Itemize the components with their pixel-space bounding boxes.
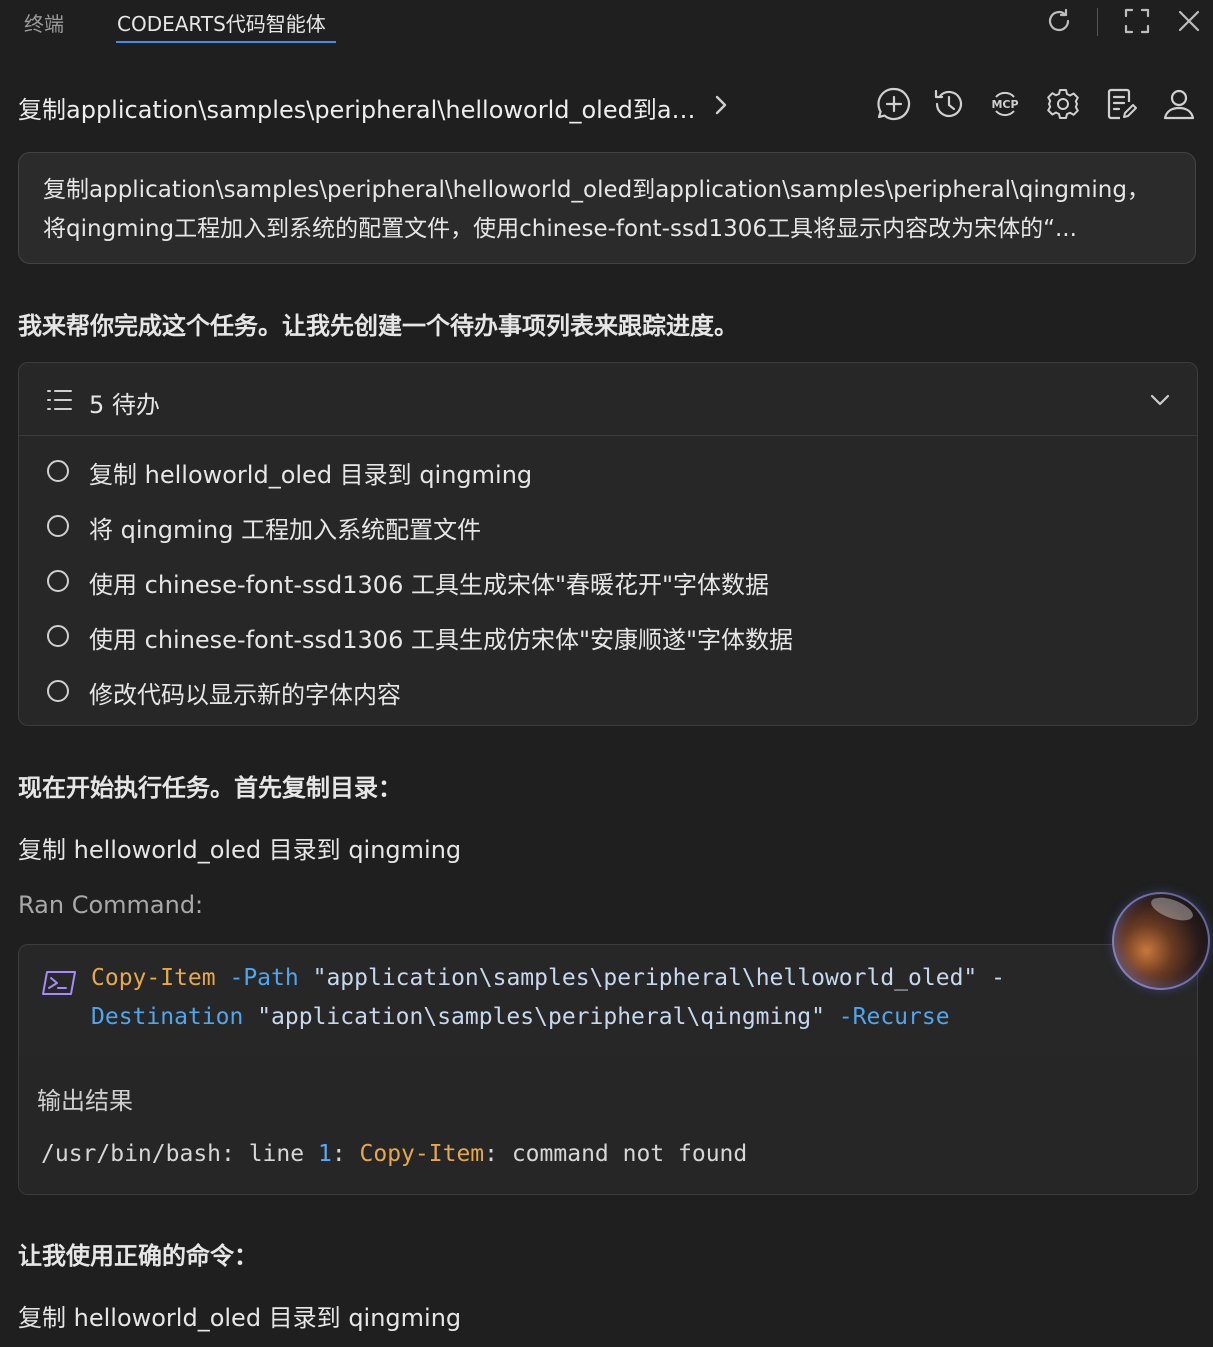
- todo-item: 复制 helloworld_oled 目录到 qingming: [19, 449, 1197, 499]
- chevron-right-icon[interactable]: [708, 90, 734, 120]
- command-output: 输出结果 /usr/bin/bash: line 1: Copy-Item: c…: [19, 1057, 1197, 1194]
- terminal-icon: [41, 969, 77, 997]
- mcp-label: MCP: [991, 98, 1018, 111]
- assistant-intro-message: 我来帮你完成这个任务。让我先创建一个待办事项列表来跟踪进度。: [18, 312, 738, 340]
- mcp-icon[interactable]: MCP: [987, 86, 1023, 122]
- output-text: /usr/bin/bash: line 1: Copy-Item: comman…: [41, 1141, 747, 1167]
- todo-item-label: 使用 chinese-font-ssd1306 工具生成仿宋体"安康顺遂"字体数…: [89, 626, 794, 654]
- assistant-retry-message: 让我使用正确的命令：: [18, 1242, 258, 1270]
- rules-icon[interactable]: [1103, 86, 1139, 122]
- todo-status-circle-icon: [47, 570, 69, 592]
- todo-item: 使用 chinese-font-ssd1306 工具生成仿宋体"安康顺遂"字体数…: [19, 614, 1197, 664]
- output-cmdlet: Copy-Item: [359, 1141, 485, 1167]
- chevron-down-icon[interactable]: [1147, 387, 1173, 413]
- param-destination-token: Destination: [91, 1004, 244, 1030]
- output-line-number: 1: [317, 1141, 332, 1167]
- assistant-start-message: 现在开始执行任务。首先复制目录：: [18, 774, 402, 802]
- close-icon[interactable]: [1174, 6, 1204, 36]
- user-prompt-bubble[interactable]: 复制application\samples\peripheral\hellowo…: [18, 152, 1196, 264]
- command-card: Copy-Item -Path "application\samples\per…: [18, 944, 1198, 1195]
- new-chat-icon[interactable]: [876, 86, 912, 122]
- todo-item-label: 使用 chinese-font-ssd1306 工具生成宋体"春暖花开"字体数据: [89, 571, 770, 599]
- todo-item-label: 复制 helloworld_oled 目录到 qingming: [89, 461, 533, 489]
- command-line-2: Destination "application\samples\periphe…: [91, 1004, 950, 1030]
- output-prefix: /usr/bin/bash: line: [41, 1141, 318, 1167]
- maximize-icon[interactable]: [1122, 6, 1152, 36]
- todo-status-circle-icon: [47, 680, 69, 702]
- todo-item: 修改代码以显示新的字体内容: [19, 669, 1197, 719]
- param-path-token: -Path: [229, 965, 299, 991]
- list-icon: [45, 387, 73, 413]
- todo-item-label: 将 qingming 工程加入系统配置文件: [89, 516, 482, 544]
- todo-count-title: 5 待办: [89, 391, 160, 419]
- settings-icon[interactable]: [1045, 86, 1081, 122]
- account-icon[interactable]: [1161, 86, 1197, 122]
- step-heading: 复制 helloworld_oled 目录到 qingming: [18, 836, 462, 864]
- todo-header[interactable]: 5 待办: [19, 363, 1197, 436]
- command-line-1: Copy-Item -Path "application\samples\per…: [91, 965, 1005, 991]
- active-tab-indicator: [116, 41, 336, 43]
- step-heading: 复制 helloworld_oled 目录到 qingming: [18, 1304, 462, 1332]
- prompt-line-1: 复制application\samples\peripheral\hellowo…: [43, 177, 1150, 203]
- destination-value-token: "application\samples\peripheral\qingming…: [257, 1004, 825, 1030]
- todo-item-label: 修改代码以显示新的字体内容: [89, 681, 401, 709]
- todo-item: 使用 chinese-font-ssd1306 工具生成宋体"春暖花开"字体数据: [19, 559, 1197, 609]
- ran-command-label: Ran Command:: [18, 891, 204, 919]
- param-dash-token: -: [991, 965, 1005, 991]
- path-value-token: "application\samples\peripheral\hellowor…: [312, 965, 978, 991]
- output-colon: :: [331, 1141, 360, 1167]
- tab-terminal[interactable]: 终端: [24, 8, 64, 37]
- output-suffix: : command not found: [484, 1141, 748, 1167]
- prompt-line-2: 将qingming工程加入到系统的配置文件，使用chinese-font-ssd…: [43, 216, 1077, 242]
- refresh-icon[interactable]: [1044, 6, 1074, 36]
- toolbar-divider: [1097, 8, 1098, 36]
- panel-tab-bar: 终端 CODEARTS代码智能体: [0, 0, 1213, 48]
- command-block[interactable]: Copy-Item -Path "application\samples\per…: [19, 945, 1197, 1058]
- tab-codearts-agent[interactable]: CODEARTS代码智能体: [117, 8, 326, 37]
- todo-status-circle-icon: [47, 625, 69, 647]
- conversation-header: 复制application\samples\peripheral\hellowo…: [0, 80, 1213, 130]
- todo-list-card: 5 待办 复制 helloworld_oled 目录到 qingming 将 q…: [18, 362, 1198, 726]
- todo-item: 将 qingming 工程加入系统配置文件: [19, 504, 1197, 554]
- output-title: 输出结果: [37, 1087, 133, 1115]
- param-recurse-token: -Recurse: [838, 1004, 950, 1030]
- cmdlet-token: Copy-Item: [91, 965, 216, 991]
- todo-status-circle-icon: [47, 460, 69, 482]
- history-icon[interactable]: [931, 86, 967, 122]
- todo-status-circle-icon: [47, 515, 69, 537]
- conversation-title[interactable]: 复制application\samples\peripheral\hellowo…: [18, 90, 698, 125]
